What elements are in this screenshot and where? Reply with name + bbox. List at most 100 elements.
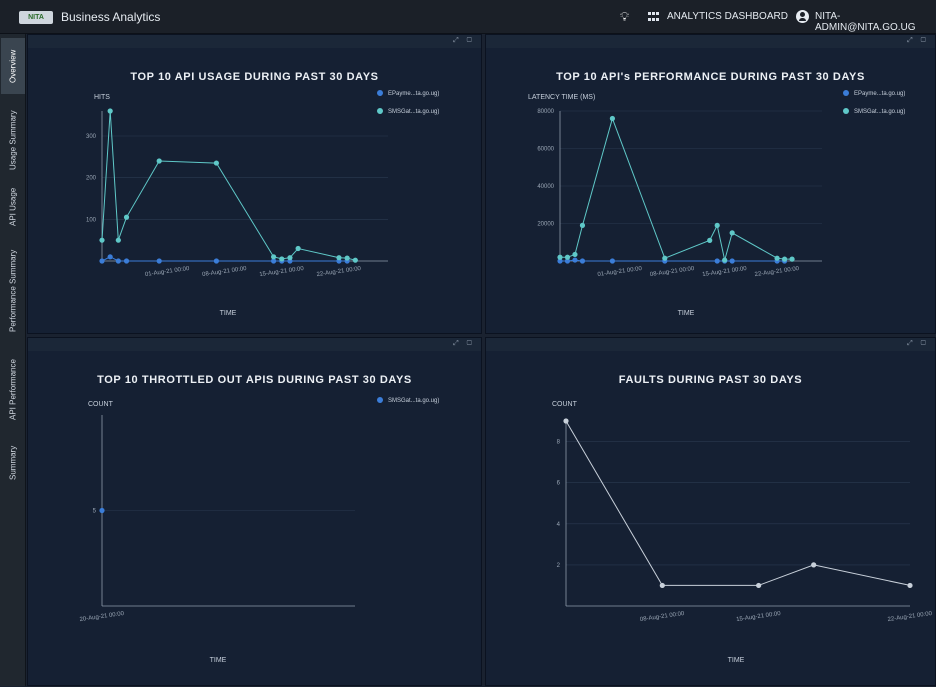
y-axis-title: COUNT: [552, 401, 578, 408]
series-line: [101, 110, 356, 261]
data-point: [156, 258, 162, 264]
y-tick-label: 200: [86, 176, 97, 182]
x-tick-label: 08-Aug-21 00:00: [202, 266, 248, 278]
y-tick-label: 6: [557, 481, 561, 487]
app-title: Business Analytics: [61, 10, 161, 24]
data-point: [279, 256, 285, 262]
data-point: [729, 230, 735, 236]
data-point: [579, 258, 586, 264]
data-point: [722, 257, 728, 263]
data-point: [156, 158, 162, 164]
x-tick-label: 01-Aug-21 00:00: [597, 266, 643, 278]
y-axis-title: LATENCY TIME (MS): [528, 94, 595, 101]
data-point: [563, 418, 569, 424]
data-point: [107, 108, 113, 114]
y-tick-label: 8: [557, 440, 561, 446]
x-tick-label: 01-Aug-21 00:00: [145, 266, 191, 278]
lightbulb-icon[interactable]: 💡︎: [620, 9, 629, 25]
sidebar-item-overview[interactable]: Overview: [1, 38, 25, 94]
legend-label: SMSGat...ta.go.ug): [388, 398, 439, 404]
legend-label: SMSGat...ta.go.ug): [388, 109, 439, 115]
data-point: [659, 582, 665, 589]
x-tick-label: 15-Aug-21 00:00: [702, 266, 748, 278]
data-point: [572, 251, 578, 258]
sidebar-item-usage-summary[interactable]: Usage Summary: [1, 104, 25, 176]
data-point: [99, 507, 105, 514]
sidebar-item-summary[interactable]: Summary: [1, 438, 25, 488]
data-point: [107, 254, 113, 260]
legend-marker: [843, 108, 849, 114]
user-menu[interactable]: NITA-ADMIN@NITA.GO.UG: [815, 11, 936, 33]
x-tick-label: 22-Aug-21 00:00: [887, 611, 933, 623]
data-point: [352, 257, 358, 263]
sidebar-item-api-usage[interactable]: API Usage: [1, 184, 25, 230]
throttled-panel: ⤢ ▢ TOP 10 THROTTLED OUT APIS DURING PAS…: [27, 337, 482, 686]
y-tick-label: 300: [86, 134, 97, 140]
legend-label: EPayme...ta.go.ug): [388, 91, 439, 97]
data-point: [756, 582, 762, 589]
grid-icon[interactable]: [648, 12, 659, 22]
x-tick-label: 08-Aug-21 00:00: [650, 266, 696, 278]
x-axis-title: TIME: [728, 657, 745, 664]
app-logo[interactable]: NITA: [19, 11, 53, 24]
series-line: [565, 420, 911, 586]
usage-panel: ⤢ ▢ TOP 10 API USAGE DURING PAST 30 DAYS…: [27, 34, 482, 334]
y-tick-label: 5: [93, 509, 97, 515]
y-axis-title: COUNT: [88, 401, 114, 408]
data-point: [271, 254, 277, 260]
data-point: [295, 245, 301, 252]
data-point: [714, 258, 720, 264]
x-tick-label: 15-Aug-21 00:00: [736, 611, 782, 623]
legend-label: SMSGat...ta.go.ug): [854, 109, 905, 115]
sidebar: Overview Usage Summary API Usage Perform…: [0, 34, 26, 686]
x-axis-title: TIME: [678, 310, 695, 317]
legend-label: EPayme...ta.go.ug): [854, 91, 905, 97]
data-point: [714, 222, 720, 228]
x-tick-label: 08-Aug-21 00:00: [640, 611, 686, 623]
sidebar-item-performance-summary[interactable]: Performance Summary: [1, 240, 25, 342]
data-point: [789, 256, 795, 262]
x-tick-label: 22-Aug-21 00:00: [316, 266, 362, 278]
faults-chart: COUNT TIME 2 4 6 8 08-Aug-21 00:00 15-Aug-21 00…: [552, 401, 933, 664]
analytics-dashboard-link[interactable]: ANALYTICS DASHBOARD: [667, 11, 788, 22]
y-axis-title: HITS: [94, 94, 110, 101]
x-tick-label: 22-Aug-21 00:00: [754, 266, 800, 278]
data-point: [572, 257, 578, 263]
x-tick-label: 15-Aug-21 00:00: [259, 266, 305, 278]
data-point: [115, 237, 121, 243]
data-point: [579, 222, 586, 228]
legend-marker: [843, 90, 849, 96]
y-tick-label: 80000: [537, 109, 554, 115]
legend-marker: [377, 108, 383, 114]
data-point: [729, 258, 735, 264]
data-point: [907, 582, 913, 589]
data-point: [115, 258, 121, 264]
y-tick-label: 100: [86, 217, 97, 223]
data-point: [344, 255, 350, 261]
series-line: [560, 116, 793, 261]
data-point: [123, 258, 130, 264]
x-axis-title: TIME: [210, 657, 227, 664]
performance-chart: LATENCY TIME (MS) TIME 20000 40000 60000 8000…: [528, 90, 905, 317]
data-point: [811, 562, 817, 568]
y-tick-label: 2: [557, 563, 561, 569]
data-point: [781, 256, 788, 262]
legend-marker: [377, 397, 383, 403]
series-line: [101, 256, 348, 262]
y-tick-label: 40000: [537, 184, 554, 190]
x-axis-title: TIME: [220, 310, 237, 317]
data-point: [774, 255, 780, 261]
data-point: [213, 258, 219, 264]
data-point: [609, 115, 615, 122]
user-icon[interactable]: [796, 10, 809, 23]
data-point: [123, 214, 130, 220]
top-bar: NITA Business Analytics 💡︎ ANALYTICS DAS…: [0, 0, 936, 34]
sidebar-item-api-performance[interactable]: API Performance: [1, 352, 25, 428]
y-tick-label: 20000: [537, 222, 554, 228]
data-point: [287, 255, 293, 261]
performance-panel: ⤢ ▢ TOP 10 API's PERFORMANCE DURING PAST…: [485, 34, 936, 334]
data-point: [213, 160, 219, 166]
data-point: [707, 237, 713, 243]
throttled-chart: COUNT TIME 5 20-Aug-21 00:00 SMSGat...ta.go.…: [79, 397, 439, 664]
data-point: [99, 237, 105, 243]
